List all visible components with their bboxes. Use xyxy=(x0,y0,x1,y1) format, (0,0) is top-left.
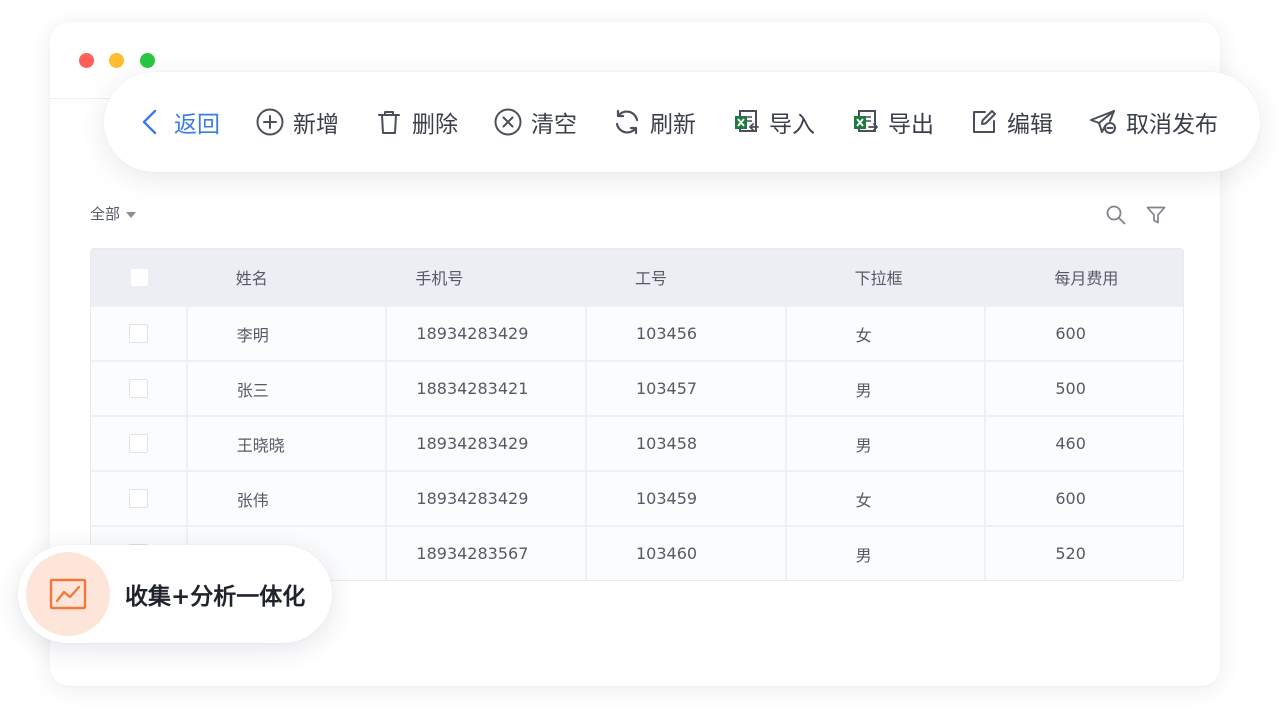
cell-dropdown: 男 xyxy=(784,362,985,415)
toolbar: 返回 新增 删除 清空 刷新 导入 导出 编辑 取消发布 xyxy=(104,72,1260,172)
table-row[interactable]: 王晓晓 18934283429 103458 男 460 xyxy=(91,415,1183,470)
table-header-row: 姓名 手机号 工号 下拉框 每月费用 xyxy=(91,249,1183,305)
delete-button[interactable]: 删除 xyxy=(374,102,458,142)
table-row[interactable]: 张伟 18934283429 103459 女 600 xyxy=(91,470,1183,525)
excel-import-icon xyxy=(735,110,759,132)
cell-dropdown: 男 xyxy=(784,527,985,580)
close-window-button[interactable] xyxy=(79,53,94,68)
header-employee-id[interactable]: 工号 xyxy=(585,249,785,305)
row-checkbox[interactable] xyxy=(129,434,149,453)
refresh-icon xyxy=(615,109,639,135)
cell-monthly-fee: 520 xyxy=(984,527,1183,580)
line-chart-icon xyxy=(49,578,87,610)
excel-export-icon xyxy=(854,110,878,132)
cell-name: 李明 xyxy=(185,307,386,360)
row-checkbox-cell xyxy=(91,472,186,525)
cell-employee-id: 103460 xyxy=(585,527,785,580)
edit-button-label: 编辑 xyxy=(1007,112,1053,138)
delete-button-label: 删除 xyxy=(412,112,458,138)
import-button-label: 导入 xyxy=(769,112,815,138)
edit-button[interactable]: 编辑 xyxy=(969,102,1053,142)
header-name[interactable]: 姓名 xyxy=(186,249,386,305)
row-checkbox[interactable] xyxy=(129,379,149,398)
cell-employee-id: 103459 xyxy=(585,472,785,525)
cell-dropdown: 女 xyxy=(784,472,985,525)
header-dropdown[interactable]: 下拉框 xyxy=(785,249,985,305)
cell-employee-id: 103458 xyxy=(585,417,785,470)
back-button-label: 返回 xyxy=(174,112,220,138)
cell-phone: 18934283429 xyxy=(385,307,585,360)
row-checkbox[interactable] xyxy=(129,324,149,343)
export-button-label: 导出 xyxy=(888,112,934,138)
plus-circle-icon xyxy=(256,108,284,136)
cell-monthly-fee: 600 xyxy=(984,472,1183,525)
cell-phone: 18934283429 xyxy=(385,472,585,525)
cell-name: 张伟 xyxy=(185,472,386,525)
back-button[interactable]: 返回 xyxy=(138,102,220,142)
badge-icon-circle xyxy=(26,552,110,636)
cell-dropdown: 男 xyxy=(784,417,985,470)
row-checkbox-cell xyxy=(91,417,186,470)
table-row[interactable]: 李明 18934283429 103456 女 600 xyxy=(91,305,1183,360)
cell-employee-id: 103457 xyxy=(585,362,785,415)
header-checkbox-cell xyxy=(91,249,186,305)
header-phone[interactable]: 手机号 xyxy=(385,249,585,305)
add-button[interactable]: 新增 xyxy=(255,102,339,142)
maximize-window-button[interactable] xyxy=(140,53,155,68)
search-icon[interactable] xyxy=(1105,204,1127,226)
cell-monthly-fee: 500 xyxy=(984,362,1183,415)
cell-name: 张三 xyxy=(185,362,386,415)
cell-phone: 18834283421 xyxy=(385,362,585,415)
cell-name: 王晓晓 xyxy=(185,417,386,470)
select-all-checkbox[interactable] xyxy=(130,268,148,286)
row-checkbox-cell xyxy=(91,362,186,415)
unpublish-button[interactable]: 取消发布 xyxy=(1088,102,1218,142)
chevron-left-icon xyxy=(142,109,157,135)
data-table: 姓名 手机号 工号 下拉框 每月费用 李明 18934283429 103456… xyxy=(90,248,1184,581)
import-button[interactable]: 导入 xyxy=(731,102,815,142)
minimize-window-button[interactable] xyxy=(109,53,124,68)
caret-down-icon xyxy=(126,211,137,218)
unpublish-button-label: 取消发布 xyxy=(1126,112,1218,138)
filter-label: 全部 xyxy=(90,205,121,223)
refresh-button-label: 刷新 xyxy=(650,112,696,138)
cell-employee-id: 103456 xyxy=(585,307,785,360)
add-button-label: 新增 xyxy=(293,112,339,138)
table-row[interactable]: 张三 18834283421 103457 男 500 xyxy=(91,360,1183,415)
feature-badge: 收集+分析一体化 xyxy=(18,545,332,643)
row-checkbox-cell xyxy=(91,307,186,360)
cell-monthly-fee: 460 xyxy=(984,417,1183,470)
clear-button[interactable]: 清空 xyxy=(493,102,577,142)
x-circle-icon xyxy=(494,108,522,136)
cell-dropdown: 女 xyxy=(784,307,985,360)
edit-icon xyxy=(973,110,996,133)
funnel-icon[interactable] xyxy=(1145,204,1167,226)
clear-button-label: 清空 xyxy=(531,112,577,138)
row-checkbox[interactable] xyxy=(129,489,149,508)
unpublish-icon xyxy=(1090,110,1116,134)
header-monthly-fee[interactable]: 每月费用 xyxy=(984,249,1183,305)
refresh-button[interactable]: 刷新 xyxy=(612,102,696,142)
trash-icon xyxy=(378,111,400,134)
cell-monthly-fee: 600 xyxy=(984,307,1183,360)
badge-text: 收集+分析一体化 xyxy=(125,584,306,610)
export-button[interactable]: 导出 xyxy=(850,102,934,142)
filter-dropdown[interactable]: 全部 xyxy=(90,203,137,224)
cell-phone: 18934283567 xyxy=(385,527,585,580)
cell-phone: 18934283429 xyxy=(385,417,585,470)
